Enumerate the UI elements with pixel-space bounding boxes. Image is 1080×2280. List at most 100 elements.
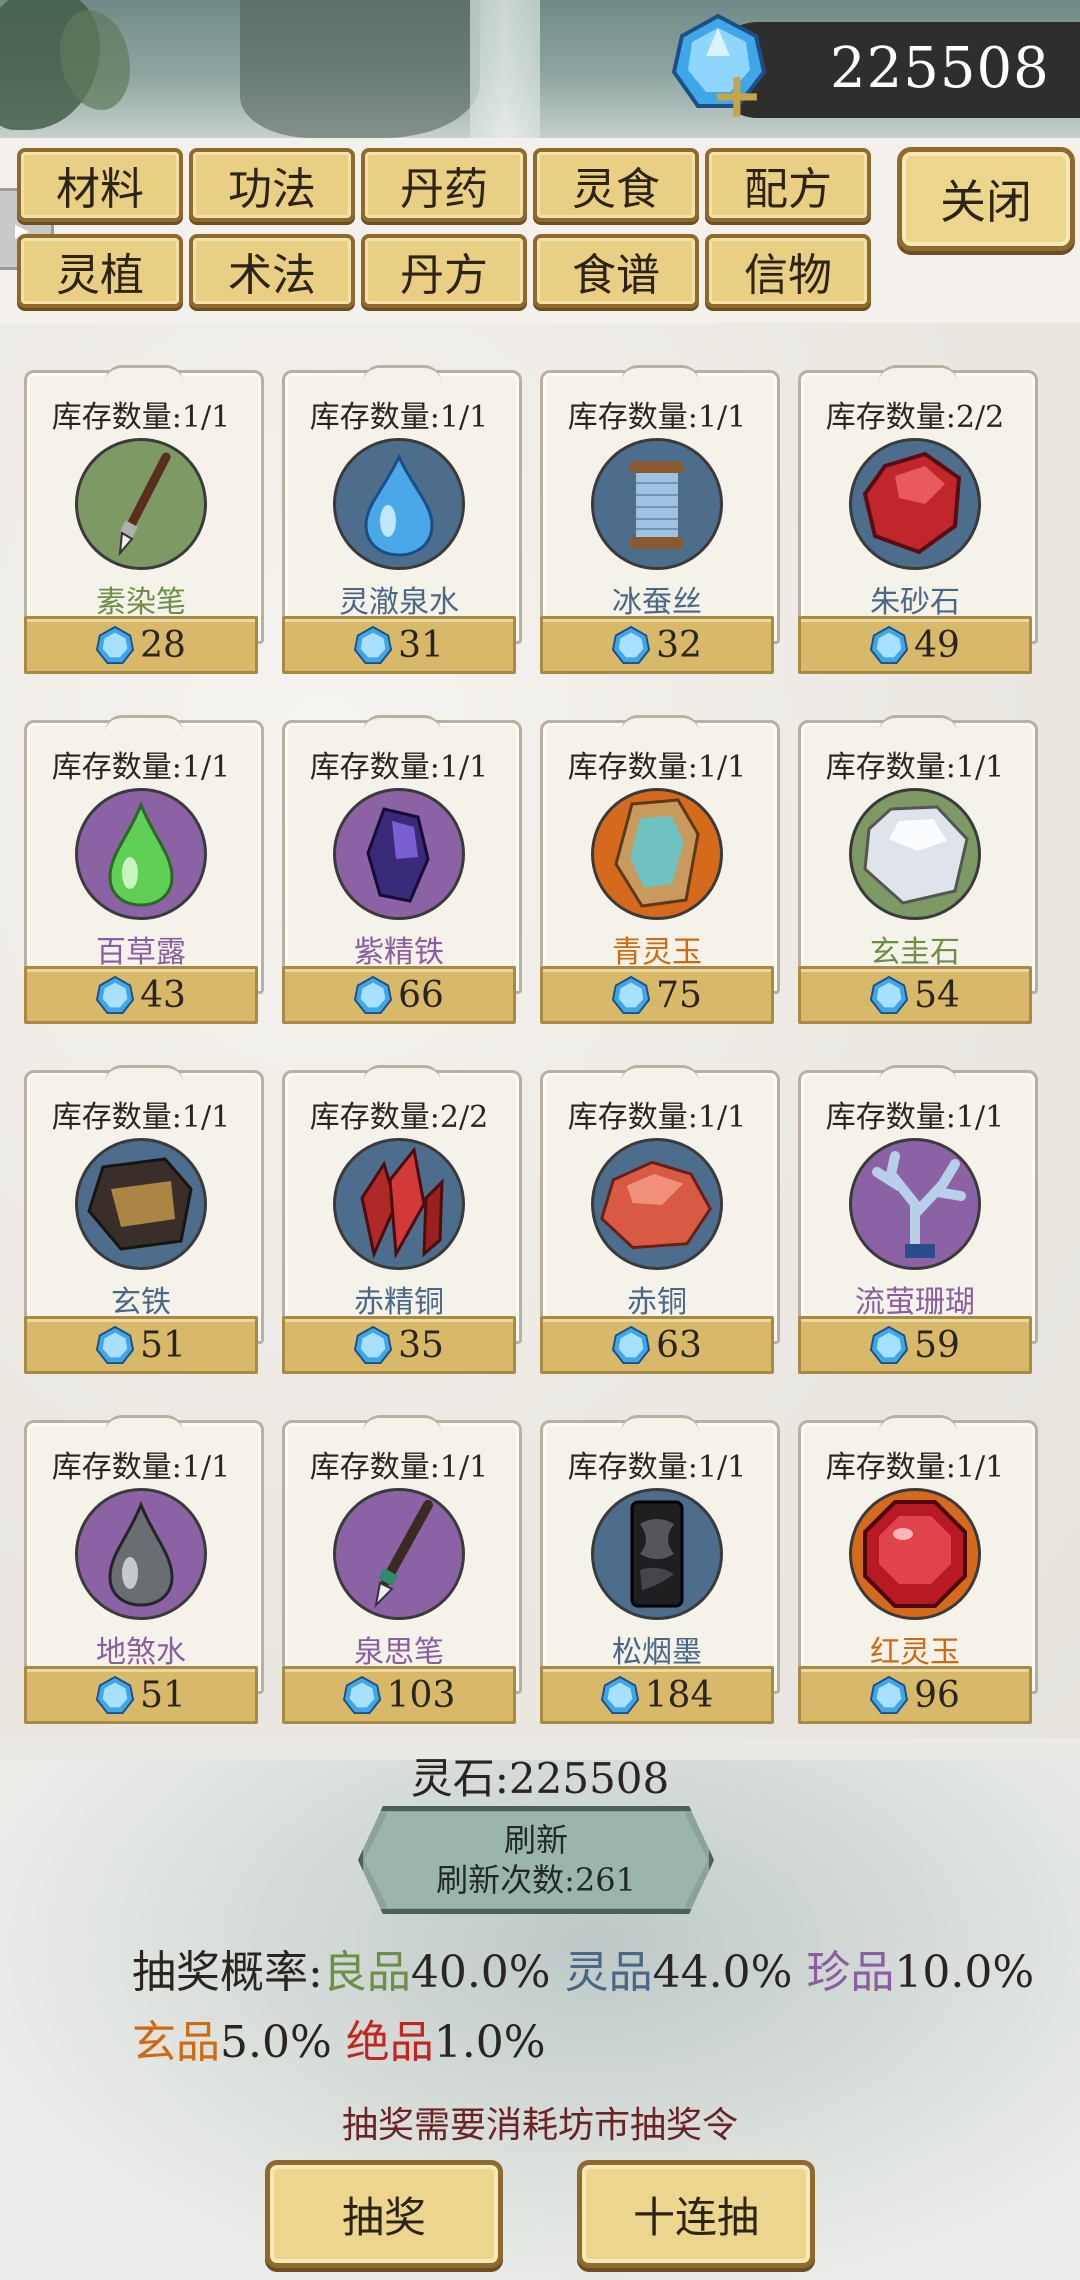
green-drop-icon [75,788,207,920]
tab-spirit-plants[interactable]: 灵植 [17,234,183,308]
shop-item-card[interactable]: 库存数量:1/1 赤铜 63 [540,1065,780,1376]
item-name: 流萤珊瑚 [855,1285,975,1320]
tab-cookbooks[interactable]: 食谱 [533,234,699,308]
item-stock: 库存数量:1/1 [51,400,231,435]
item-price-bar[interactable]: 63 [540,1316,774,1374]
copper-ore-icon [591,1138,723,1270]
red-gem-icon [849,1488,981,1620]
item-price: 43 [140,974,186,1016]
item-stock: 库存数量:1/1 [51,750,231,785]
item-name: 素染笔 [96,585,186,620]
spirit-stone-icon [354,1325,393,1364]
item-price-bar[interactable]: 103 [282,1666,516,1724]
item-name: 地煞水 [96,1635,186,1670]
item-price: 103 [386,1674,456,1716]
draw-button[interactable]: 抽奖 [265,2160,503,2268]
shop-item-card[interactable]: 库存数量:2/2 朱砂石 49 [798,365,1038,676]
tab-techniques[interactable]: 功法 [189,148,355,222]
spirit-stone-icon [96,625,135,664]
shop-item-card[interactable]: 库存数量:2/2 赤精铜 35 [282,1065,522,1376]
item-price-bar[interactable]: 75 [540,966,774,1024]
spirit-stone-icon [870,1675,909,1714]
tab-pills[interactable]: 丹药 [361,148,527,222]
item-price: 32 [656,624,702,666]
refresh-button[interactable]: 刷新 刷新次数:261 [364,1812,708,1908]
shop-item-card[interactable]: 库存数量:1/1 泉思笔 103 [282,1415,522,1726]
item-name: 百草露 [96,935,186,970]
item-price-bar[interactable]: 49 [798,616,1032,674]
spirit-stone-icon [870,1325,909,1364]
draw-ten-button[interactable]: 十连抽 [577,2160,815,2268]
item-price-bar[interactable]: 96 [798,1666,1032,1724]
grey-drop-icon [75,1488,207,1620]
item-price: 51 [140,1324,186,1366]
shop-item-card[interactable]: 库存数量:1/1 地煞水 51 [24,1415,264,1726]
tab-materials[interactable]: 材料 [17,148,183,222]
item-name: 松烟墨 [612,1635,702,1670]
item-price-bar[interactable]: 66 [282,966,516,1024]
draw-odds-line-1: 抽奖概率:良品40.0% 灵品44.0% 珍品10.0% [132,1936,1034,2000]
item-price-bar[interactable]: 51 [24,1666,258,1724]
white-stone-icon [849,788,981,920]
add-currency-icon[interactable]: + [710,64,764,128]
shop-item-card[interactable]: 库存数量:1/1 灵澈泉水 31 [282,365,522,676]
item-price-bar[interactable]: 32 [540,616,774,674]
shop-item-card[interactable]: 库存数量:1/1 红灵玉 96 [798,1415,1038,1726]
item-price: 35 [398,1324,444,1366]
item-name: 红灵玉 [870,1635,960,1670]
shop-item-card[interactable]: 库存数量:1/1 玄圭石 54 [798,715,1038,1026]
odds-tier-name: 玄品 [132,2017,220,2068]
odds-tier-name: 珍品 [806,1947,895,1998]
close-button[interactable]: 关闭 [897,147,1075,251]
spirit-stone-icon [612,975,651,1014]
tab-formulas[interactable]: 配方 [705,148,871,222]
banner-waterfall [470,0,540,138]
tab-spells[interactable]: 术法 [189,234,355,308]
item-price-bar[interactable]: 59 [798,1316,1032,1374]
shop-item-card[interactable]: 库存数量:1/1 流萤珊瑚 59 [798,1065,1038,1376]
spirit-stone-icon [870,975,909,1014]
jade-ore-icon [591,788,723,920]
odds-tier-name: 良品 [322,1947,411,1998]
shop-item-card[interactable]: 库存数量:1/1 冰蚕丝 32 [540,365,780,676]
shop-item-card[interactable]: 库存数量:1/1 素染笔 28 [24,365,264,676]
odds-tier-value: 44.0% [652,1947,793,1998]
item-name: 玄圭石 [870,935,960,970]
item-price: 54 [914,974,960,1016]
item-price-bar[interactable]: 184 [540,1666,774,1724]
draw-odds-line-2: 玄品5.0% 绝品1.0% [132,2006,546,2070]
odds-tier-value: 5.0% [220,2017,332,2068]
item-price: 96 [914,1674,960,1716]
item-price-bar[interactable]: 43 [24,966,258,1024]
tab-tokens[interactable]: 信物 [705,234,871,308]
item-price-bar[interactable]: 31 [282,616,516,674]
item-name: 朱砂石 [870,585,960,620]
purple-crystal-icon [333,788,465,920]
shop-item-card[interactable]: 库存数量:1/1 紫精铁 66 [282,715,522,1026]
item-price-bar[interactable]: 35 [282,1316,516,1374]
item-stock: 库存数量:1/1 [51,1100,231,1135]
item-price-bar[interactable]: 51 [24,1316,258,1374]
item-stock: 库存数量:2/2 [825,400,1005,435]
shop-item-card[interactable]: 库存数量:1/1 百草露 43 [24,715,264,1026]
shop-item-card[interactable]: 库存数量:1/1 松烟墨 184 [540,1415,780,1726]
tab-pill-recipes[interactable]: 丹方 [361,234,527,308]
shop-item-card[interactable]: 库存数量:1/1 玄铁 51 [24,1065,264,1376]
spirit-stone-icon [612,625,651,664]
item-name: 赤铜 [627,1285,687,1320]
pen-icon [333,1488,465,1620]
shop-item-card[interactable]: 库存数量:1/1 青灵玉 75 [540,715,780,1026]
item-stock: 库存数量:1/1 [567,1100,747,1135]
item-stock: 库存数量:1/1 [51,1450,231,1485]
tab-spirit-food[interactable]: 灵食 [533,148,699,222]
ink-stick-icon [591,1488,723,1620]
spirit-stone-icon [96,1325,135,1364]
item-price: 49 [914,624,960,666]
item-price-bar[interactable]: 28 [24,616,258,674]
item-price-bar[interactable]: 54 [798,966,1032,1024]
red-crystal-icon [333,1138,465,1270]
item-stock: 库存数量:1/1 [825,750,1005,785]
item-stock: 库存数量:1/1 [309,400,489,435]
silk-spool-icon [591,438,723,570]
refresh-count: 刷新次数:261 [436,1861,636,1899]
